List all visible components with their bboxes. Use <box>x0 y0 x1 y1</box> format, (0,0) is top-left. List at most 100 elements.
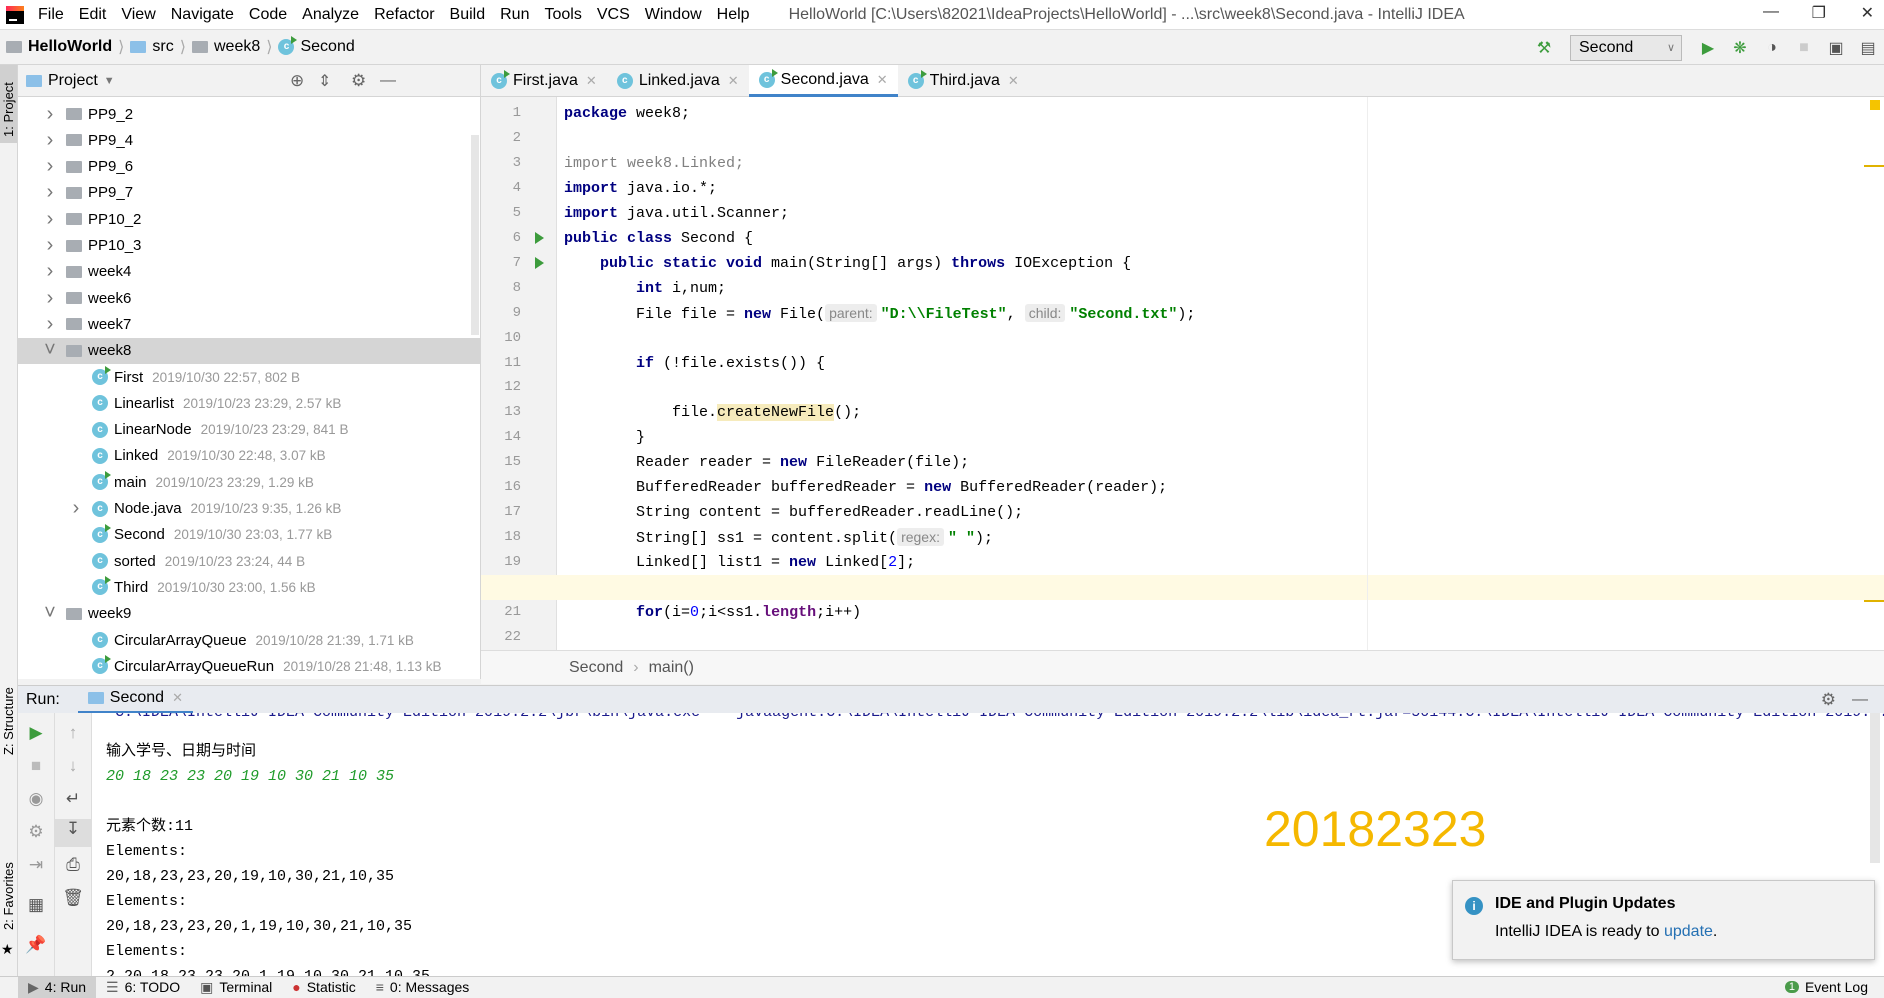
gear-icon[interactable]: ⚙ <box>1821 690 1836 710</box>
breadcrumb-project[interactable]: HelloWorld ⟩ <box>6 37 124 57</box>
menu-help[interactable]: Help <box>717 6 750 24</box>
tree-item-week9[interactable]: ˅ week9 <box>18 601 480 627</box>
tool-window-terminal[interactable]: ▣ Terminal <box>190 977 282 998</box>
menu-tools[interactable]: Tools <box>544 6 581 24</box>
update-notification[interactable]: i IDE and Plugin Updates IntelliJ IDEA i… <box>1452 880 1875 960</box>
tree-item-pp9_2[interactable]: › PP9_2 <box>18 101 480 127</box>
structure-stripe-button[interactable]: Z: Structure <box>1 687 16 755</box>
close-tab-icon[interactable]: ✕ <box>586 73 597 89</box>
stop-icon[interactable]: ■ <box>18 756 54 776</box>
soft-wrap-icon[interactable]: ↵ <box>55 789 91 809</box>
hide-panel-icon[interactable]: — <box>380 72 396 90</box>
error-stripe-mark[interactable] <box>1864 165 1884 167</box>
inspection-warning-icon[interactable] <box>1870 100 1880 110</box>
scroll-to-end-icon[interactable]: ↧ <box>55 819 91 847</box>
favorites-stripe-button[interactable]: 2: Favorites <box>1 862 16 930</box>
tree-item-week4[interactable]: › week4 <box>18 259 480 285</box>
chevron-right-icon[interactable]: › <box>40 234 60 257</box>
tree-item-sorted[interactable]: c sorted 2019/10/23 23:24, 44 B <box>18 548 480 574</box>
settings-bug-icon[interactable]: ⚙ <box>18 822 54 842</box>
tool-window-run[interactable]: ▶ 4: Run <box>18 976 97 998</box>
tree-item-main[interactable]: c main 2019/10/23 23:29, 1.29 kB <box>18 469 480 495</box>
minimize-button[interactable]: — <box>1763 3 1779 21</box>
tree-item-week6[interactable]: › week6 <box>18 285 480 311</box>
camera-dump-icon[interactable]: ◉ <box>18 789 54 809</box>
chevron-right-icon[interactable]: › <box>40 208 60 231</box>
menu-build[interactable]: Build <box>450 6 486 24</box>
run-with-coverage-icon[interactable]: ◑ <box>1761 38 1783 58</box>
menu-analyze[interactable]: Analyze <box>302 6 359 24</box>
tree-item-week7[interactable]: › week7 <box>18 311 480 337</box>
menu-view[interactable]: View <box>121 6 155 24</box>
menu-refactor[interactable]: Refactor <box>374 6 434 24</box>
chevron-right-icon[interactable]: › <box>40 181 60 204</box>
menu-run[interactable]: Run <box>500 6 529 24</box>
chevron-down-icon[interactable]: ▼ <box>104 75 115 87</box>
chevron-right-icon[interactable]: › <box>40 287 60 310</box>
layout-icon[interactable]: ▦ <box>18 895 54 915</box>
tree-item-pp10_3[interactable]: › PP10_3 <box>18 233 480 259</box>
editor-breadcrumb-method[interactable]: main() <box>649 659 694 677</box>
run-icon[interactable]: ▶ <box>1697 38 1719 58</box>
tree-item-pp10_2[interactable]: › PP10_2 <box>18 206 480 232</box>
pin-icon[interactable]: 📌 <box>18 935 54 955</box>
rerun-icon[interactable]: ▶ <box>18 723 54 743</box>
menu-navigate[interactable]: Navigate <box>171 6 234 24</box>
tree-item-pp9_4[interactable]: › PP9_4 <box>18 127 480 153</box>
tab-second-java[interactable]: c Second.java ✕ <box>748 65 898 97</box>
close-button[interactable]: ✕ <box>1861 3 1874 23</box>
run-gutter-icon[interactable] <box>535 231 544 244</box>
run-configuration-select[interactable]: Second ∨ <box>1570 34 1682 61</box>
tree-item-linearnode[interactable]: c LinearNode 2019/10/23 23:29, 841 B <box>18 417 480 443</box>
tree-item-circulararrayqueue[interactable]: c CircularArrayQueue 2019/10/28 21:39, 1.7… <box>18 627 480 653</box>
tree-item-first[interactable]: c First 2019/10/30 22:57, 802 B <box>18 364 480 390</box>
project-tool-button[interactable]: 1: Project <box>0 65 17 143</box>
hide-panel-icon[interactable]: — <box>1852 691 1868 709</box>
run-gutter-icon[interactable] <box>535 256 544 269</box>
console-scrollbar[interactable] <box>1870 713 1880 863</box>
arrow-down-icon[interactable]: ↓ <box>55 756 91 776</box>
menu-file[interactable]: File <box>38 6 64 24</box>
tool-window-statistic[interactable]: ● Statistic <box>282 977 365 998</box>
tree-item-week8[interactable]: ˅ week8 <box>18 337 480 364</box>
print-icon[interactable]: ⎙ <box>55 855 91 875</box>
breadcrumb-package[interactable]: week8 ⟩ <box>191 37 272 57</box>
editor-breadcrumb-class[interactable]: Second <box>569 659 623 677</box>
code-editor[interactable]: package week8; import week8.Linked; import… <box>557 97 1884 650</box>
project-structure-icon[interactable]: ▣ <box>1825 38 1847 58</box>
tree-item-second[interactable]: c Second 2019/10/30 23:03, 1.77 kB <box>18 522 480 548</box>
debug-bug-icon[interactable]: ❋ <box>1729 38 1751 58</box>
trash-icon[interactable]: 🗑 <box>55 888 91 908</box>
run-anything-icon[interactable]: ▤ <box>1857 38 1879 58</box>
menu-vcs[interactable]: VCS <box>597 6 630 24</box>
tree-item-linearlist[interactable]: c Linearlist 2019/10/23 23:29, 2.57 kB <box>18 390 480 416</box>
tree-item-linked[interactable]: c Linked 2019/10/30 22:48, 3.07 kB <box>18 443 480 469</box>
breadcrumb-class[interactable]: c Second <box>278 36 355 56</box>
event-log-button[interactable]: 1 Event Log <box>1775 977 1878 998</box>
chevron-right-icon[interactable]: › <box>40 103 60 126</box>
locate-file-icon[interactable]: ⊕ <box>290 71 304 91</box>
tool-window-messages[interactable]: ≡ 0: Messages <box>366 977 480 998</box>
tree-item-node.java[interactable]: › c Node.java 2019/10/23 9:35, 1.26 kB <box>18 496 480 522</box>
chevron-down-icon[interactable]: ˅ <box>40 339 60 362</box>
tree-item-pp9_6[interactable]: › PP9_6 <box>18 154 480 180</box>
breadcrumb-src[interactable]: src ⟩ <box>130 37 186 57</box>
update-link[interactable]: update <box>1664 923 1713 940</box>
tree-item-circulararrayqueuerun[interactable]: c CircularArrayQueueRun 2019/10/28 21:48, … <box>18 653 480 679</box>
run-tab-second[interactable]: Second ✕ <box>77 686 193 714</box>
chevron-down-icon[interactable]: ˅ <box>40 602 60 625</box>
tool-window-todo[interactable]: ☰ 6: TODO <box>96 977 190 998</box>
chevron-right-icon[interactable]: › <box>40 313 60 336</box>
tree-scrollbar[interactable] <box>471 135 479 335</box>
menu-window[interactable]: Window <box>645 6 702 24</box>
build-hammer-icon[interactable]: ⚒ <box>1533 38 1555 58</box>
chevron-right-icon[interactable]: › <box>40 129 60 152</box>
project-view-select[interactable]: Project <box>48 72 98 90</box>
tree-item-pp9_7[interactable]: › PP9_7 <box>18 180 480 206</box>
chevron-right-icon[interactable]: › <box>40 260 60 283</box>
gear-icon[interactable]: ⚙ <box>351 71 366 91</box>
exit-icon[interactable]: ⇥ <box>18 855 54 875</box>
tab-third-java[interactable]: c Third.java ✕ <box>898 65 1029 97</box>
collapse-all-icon[interactable]: ⇕ <box>318 71 331 91</box>
restore-button[interactable]: ❐ <box>1812 3 1826 23</box>
